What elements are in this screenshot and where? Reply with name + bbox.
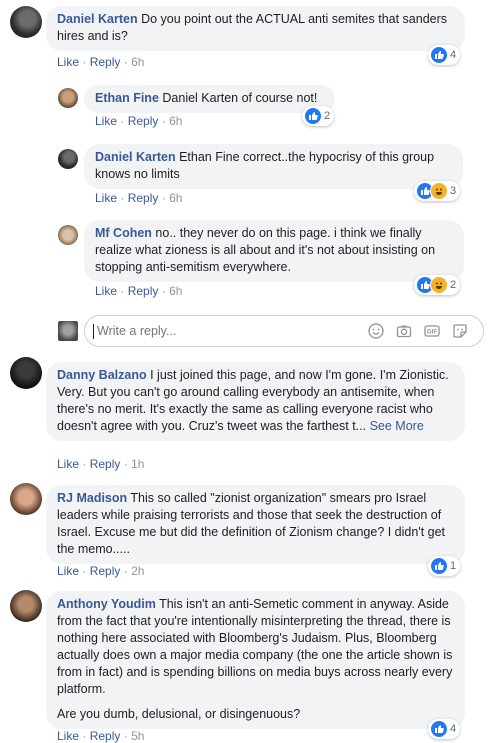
comment-author[interactable]: Ethan Fine bbox=[95, 91, 159, 105]
camera-icon[interactable] bbox=[396, 323, 412, 339]
timestamp[interactable]: 6h bbox=[131, 55, 144, 69]
like-link[interactable]: Like bbox=[57, 564, 79, 578]
avatar[interactable] bbox=[58, 225, 78, 245]
like-link[interactable]: Like bbox=[95, 284, 117, 298]
reply-link[interactable]: Reply bbox=[128, 284, 159, 298]
haha-reaction-icon bbox=[430, 276, 448, 294]
like-link[interactable]: Like bbox=[57, 55, 79, 69]
reply-link[interactable]: Reply bbox=[90, 564, 121, 578]
comment-actions: Like · Reply · 6h bbox=[95, 191, 183, 205]
comment-bubble: RJ Madison This so called "zionist organ… bbox=[46, 485, 465, 564]
reaction-count[interactable]: 2 bbox=[302, 106, 335, 126]
comment-text-paragraph: Are you dumb, delusional, or disingenuou… bbox=[57, 707, 301, 721]
comment-text: This isn't an anti-Semetic comment in an… bbox=[57, 597, 453, 696]
comment-author[interactable]: Daniel Karten bbox=[57, 12, 138, 26]
comment-bubble: Danny Balzano I just joined this page, a… bbox=[46, 362, 465, 441]
reply-link[interactable]: Reply bbox=[90, 457, 121, 471]
like-link[interactable]: Like bbox=[95, 114, 117, 128]
comment-actions: Like · Reply · 1h bbox=[57, 457, 145, 471]
like-reaction-icon bbox=[430, 46, 448, 64]
see-more-link[interactable]: See More bbox=[370, 419, 424, 433]
timestamp[interactable]: 6h bbox=[169, 284, 182, 298]
avatar[interactable] bbox=[10, 483, 42, 515]
like-reaction-icon bbox=[430, 557, 448, 575]
comment-actions: Like · Reply · 2h bbox=[57, 564, 145, 578]
reply-input[interactable] bbox=[95, 323, 319, 339]
text-caret bbox=[93, 324, 94, 339]
reaction-count[interactable]: 4 bbox=[428, 719, 461, 739]
reaction-count[interactable]: 2 bbox=[414, 275, 461, 295]
comment-author[interactable]: Anthony Youdim bbox=[57, 597, 156, 611]
reply-link[interactable]: Reply bbox=[128, 191, 159, 205]
comment-bubble: Daniel Karten Do you point out the ACTUA… bbox=[46, 6, 465, 51]
avatar[interactable] bbox=[10, 590, 42, 622]
comment-bubble: Anthony Youdim This isn't an anti-Semeti… bbox=[46, 591, 465, 729]
svg-text:GIF: GIF bbox=[427, 330, 437, 336]
like-link[interactable]: Like bbox=[57, 457, 79, 471]
timestamp[interactable]: 2h bbox=[131, 564, 144, 578]
like-reaction-icon bbox=[430, 720, 448, 738]
like-reaction-icon bbox=[304, 107, 322, 125]
reply-link[interactable]: Reply bbox=[128, 114, 159, 128]
comment-bubble: Mf Cohen no.. they never do on this page… bbox=[84, 220, 464, 282]
reaction-count[interactable]: 1 bbox=[428, 556, 461, 576]
reply-box[interactable]: GIF bbox=[84, 315, 484, 347]
reaction-count[interactable]: 3 bbox=[414, 181, 461, 201]
timestamp[interactable]: 6h bbox=[169, 114, 182, 128]
avatar[interactable] bbox=[10, 6, 42, 38]
comment-actions: Like · Reply · 6h bbox=[95, 114, 183, 128]
reply-link[interactable]: Reply bbox=[90, 729, 121, 743]
comment-author[interactable]: RJ Madison bbox=[57, 491, 127, 505]
avatar[interactable] bbox=[10, 357, 42, 389]
comment-author[interactable]: Daniel Karten bbox=[95, 150, 176, 164]
comment-bubble: Ethan Fine Daniel Karten of course not! bbox=[84, 85, 335, 113]
emoji-icon[interactable] bbox=[368, 323, 384, 339]
avatar[interactable] bbox=[58, 149, 78, 169]
comment-bubble: Daniel Karten Ethan Fine correct..the hy… bbox=[84, 144, 463, 189]
gif-icon[interactable]: GIF bbox=[424, 323, 440, 339]
comment-author[interactable]: Danny Balzano bbox=[57, 368, 147, 382]
reaction-count[interactable]: 4 bbox=[428, 45, 461, 65]
like-link[interactable]: Like bbox=[57, 729, 79, 743]
timestamp[interactable]: 6h bbox=[169, 191, 182, 205]
comment-author[interactable]: Mf Cohen bbox=[95, 226, 152, 240]
current-user-avatar bbox=[58, 321, 78, 341]
avatar[interactable] bbox=[58, 88, 78, 108]
sticker-icon[interactable] bbox=[452, 323, 468, 339]
like-link[interactable]: Like bbox=[95, 191, 117, 205]
timestamp[interactable]: 5h bbox=[131, 729, 144, 743]
comment-actions: Like · Reply · 6h bbox=[95, 284, 183, 298]
comment-actions: Like · Reply · 6h bbox=[57, 55, 145, 69]
comment-text: Daniel Karten of course not! bbox=[162, 91, 318, 105]
timestamp[interactable]: 1h bbox=[131, 457, 144, 471]
reply-link[interactable]: Reply bbox=[90, 55, 121, 69]
comment-actions: Like · Reply · 5h bbox=[57, 729, 145, 743]
haha-reaction-icon bbox=[430, 182, 448, 200]
